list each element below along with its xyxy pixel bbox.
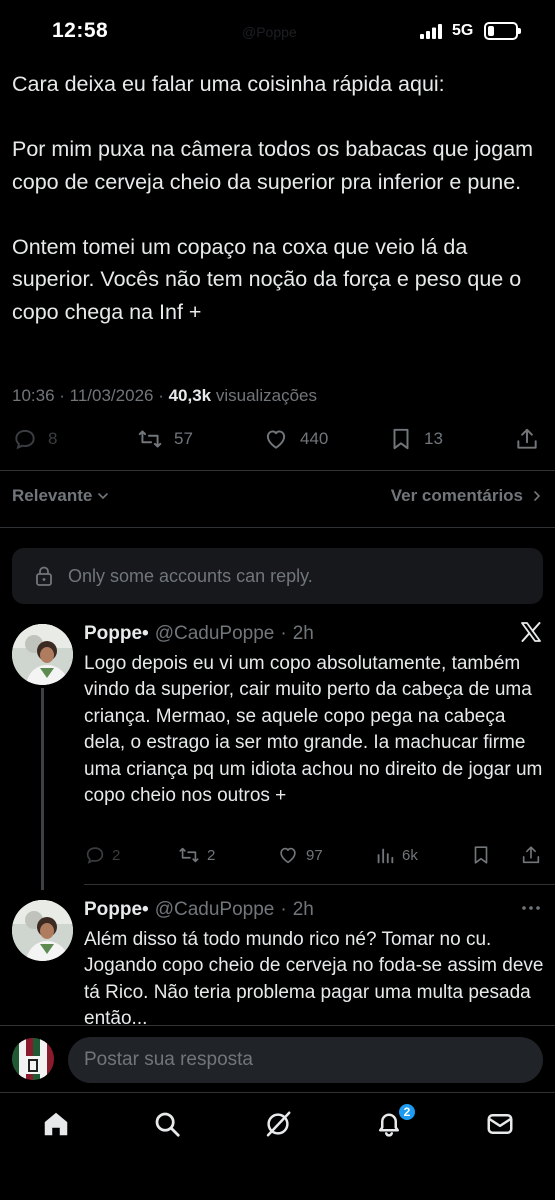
reply-restriction-notice: Only some accounts can reply. [12, 548, 543, 604]
bookmark-count: 13 [424, 429, 443, 448]
share-icon [514, 426, 540, 452]
sort-dropdown[interactable]: Relevante [12, 486, 110, 506]
like-button[interactable]: 97 [276, 844, 323, 866]
like-count: 440 [300, 429, 329, 448]
reply-text: Logo depois eu vi um copo absolutamente,… [84, 653, 543, 807]
like-count: 97 [306, 846, 323, 864]
tweet-date: 11/03/2026 [69, 386, 154, 405]
tweet-time: 10:36 [12, 386, 55, 405]
tweet-paragraph: Cara deixa eu falar uma coisinha rápida … [12, 72, 445, 96]
avatar[interactable] [12, 900, 73, 961]
tweet-paragraph: Ontem tomei um copaço na coxa que veio l… [12, 234, 522, 324]
reply-button[interactable]: 2 [84, 844, 120, 866]
repost-button[interactable]: 2 [177, 844, 215, 866]
chevron-down-icon [96, 489, 110, 503]
compose-bar: Postar sua resposta [0, 1025, 555, 1091]
heart-icon [276, 844, 300, 866]
share-button[interactable] [520, 844, 542, 866]
bookmark-button[interactable] [470, 844, 492, 866]
reply-count: 8 [48, 429, 58, 448]
status-ghost-text: @Poppe [242, 24, 297, 40]
reply-author-handle[interactable]: @CaduPoppe [155, 899, 275, 921]
thread-line [41, 688, 44, 890]
x-logo-icon [519, 620, 543, 644]
signal-icon [420, 24, 444, 39]
network-type: 5G [452, 22, 474, 39]
like-button[interactable]: 440 [262, 426, 328, 452]
repost-button[interactable]: 57 [136, 426, 193, 452]
messages-icon[interactable] [485, 1109, 515, 1139]
share-button[interactable] [514, 426, 540, 452]
home-icon[interactable] [41, 1109, 71, 1139]
bookmark-button[interactable]: 13 [388, 426, 443, 452]
reply-author-name[interactable]: Poppe• [84, 899, 149, 921]
repost-count: 57 [174, 429, 193, 448]
repost-icon [136, 426, 164, 452]
repost-count: 2 [207, 846, 216, 864]
status-bar: 12:58 @Poppe 5G [0, 0, 555, 62]
lock-icon [34, 565, 54, 587]
bottom-tab-bar [0, 1092, 555, 1200]
reply-icon [12, 426, 38, 452]
battery-icon [484, 22, 521, 40]
analytics-icon [374, 844, 396, 866]
view-comments-label: Ver comentários [390, 486, 523, 505]
tweet-paragraph: Por mim puxa na câmera todos os babacas … [12, 137, 534, 194]
reply-header: Poppe• @CaduPoppe · 2h [84, 899, 314, 921]
my-avatar[interactable] [12, 1038, 54, 1080]
search-icon[interactable] [152, 1109, 182, 1139]
reply-author-handle[interactable]: @CaduPoppe [155, 623, 275, 645]
view-comments-link[interactable]: Ver comentários [391, 486, 543, 506]
tweet-views-count: 40,3k [168, 386, 212, 405]
divider [0, 470, 555, 471]
divider [84, 884, 555, 885]
share-icon [520, 844, 542, 866]
tweet-text: Cara deixa eu falar uma coisinha rápida … [12, 68, 542, 328]
chevron-right-icon [531, 489, 543, 503]
views-count: 6k [402, 846, 418, 864]
avatar[interactable] [12, 624, 73, 685]
grok-icon[interactable] [263, 1109, 293, 1139]
tweet-meta: 10:36 · 11/03/2026 · 40,3k visualizações [12, 386, 317, 405]
reply-count: 2 [112, 846, 121, 864]
views-button[interactable]: 6k [374, 844, 418, 866]
divider [0, 527, 555, 528]
reply-input[interactable]: Postar sua resposta [68, 1037, 543, 1083]
reply-text: Além disso tá todo mundo rico né? Tomar … [84, 929, 544, 1025]
bookmark-icon [470, 844, 492, 866]
notifications-badge: 2 [398, 1103, 416, 1121]
heart-icon [262, 426, 290, 452]
status-time: 12:58 [52, 19, 109, 42]
reply-icon [84, 844, 106, 866]
tweet-views-label: visualizações [215, 386, 317, 405]
reply-time: 2h [292, 899, 314, 920]
bookmark-icon [388, 426, 414, 452]
more-options-icon[interactable] [519, 898, 543, 918]
reply-button[interactable]: 8 [12, 426, 57, 452]
sort-label: Relevante [12, 486, 93, 505]
sort-bar: Relevante Ver comentários [12, 486, 543, 510]
reply-time: 2h [292, 623, 314, 644]
tweet-actions: 8 57 440 13 [0, 426, 555, 460]
reply-restriction-text: Only some accounts can reply. [68, 565, 313, 586]
reply-author-name[interactable]: Poppe• [84, 623, 149, 645]
reply-header: Poppe• @CaduPoppe · 2h [84, 623, 314, 645]
reply-actions: 2 2 97 6k [84, 844, 544, 868]
repost-icon [177, 844, 201, 866]
